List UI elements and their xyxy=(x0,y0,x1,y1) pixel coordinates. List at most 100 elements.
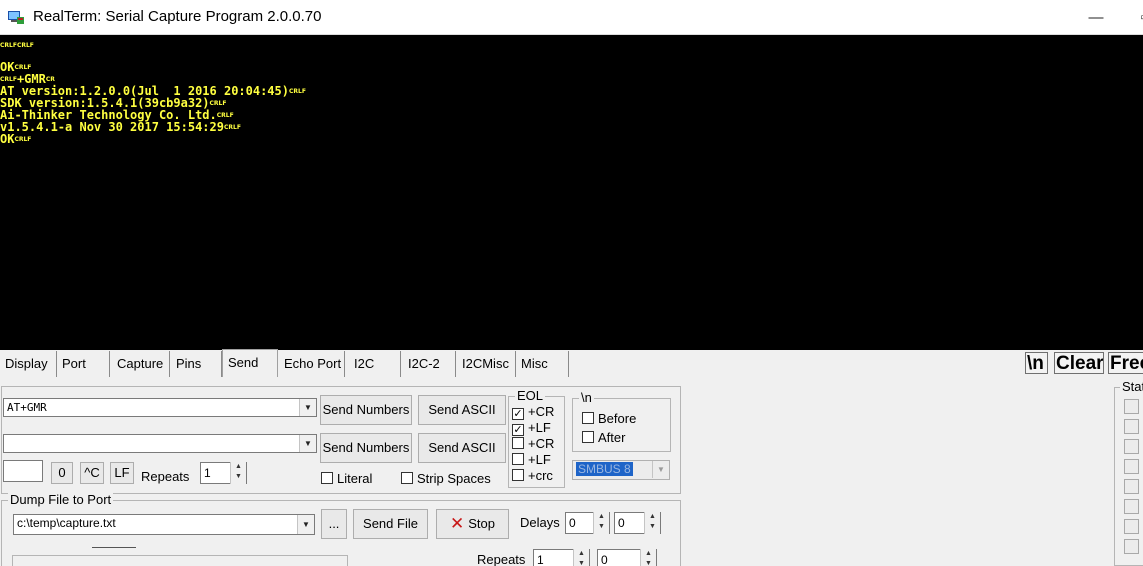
tab-i2c-2[interactable]: I2C-2 xyxy=(403,351,456,377)
send-line1-combo[interactable]: AT+GMR ▼ xyxy=(3,398,317,417)
control-char-marker: CRLF xyxy=(14,136,32,143)
tab-echo-port[interactable]: Echo Port xyxy=(279,351,345,377)
maximize-button[interactable]: ▫ xyxy=(1120,4,1143,32)
progress-divider xyxy=(92,547,136,548)
control-char-marker: CRLF xyxy=(209,100,227,107)
freeze-button[interactable]: Freeze xyxy=(1108,352,1143,374)
minimize-button[interactable]: — xyxy=(1073,4,1119,32)
browse-file-button[interactable]: ... xyxy=(321,509,347,539)
delays-label: Delays xyxy=(520,515,560,530)
checkbox-box[interactable] xyxy=(512,453,524,465)
terminal-line: CRLFCRLF xyxy=(0,39,34,51)
send-lf-button[interactable]: LF xyxy=(110,462,134,484)
checkbox-box[interactable] xyxy=(582,412,594,424)
send-numbers-button-2[interactable]: Send Numbers xyxy=(320,433,412,463)
chevron-down-icon[interactable]: ▼ xyxy=(299,435,316,452)
newline-group-title: \n xyxy=(579,390,594,405)
newline-before-checkbox[interactable]: Before xyxy=(582,411,636,427)
spin-down-icon[interactable]: ▼ xyxy=(574,559,589,566)
repeats-spin-buttons[interactable]: ▲ ▼ xyxy=(230,462,246,484)
checkbox-box[interactable]: ✓ xyxy=(512,408,524,420)
dump-file-path: c:\temp\capture.txt xyxy=(17,516,116,530)
dump-file-combo[interactable]: c:\temp\capture.txt ▼ xyxy=(13,514,315,535)
send-ctrl-c-button[interactable]: ^C xyxy=(80,462,104,484)
eol-lf-checkbox-2[interactable]: +LF xyxy=(512,452,551,468)
status-indicator xyxy=(1124,479,1139,494)
spin-down-icon[interactable]: ▼ xyxy=(645,522,660,532)
dump-repeats2-spinner[interactable]: 0 ▲ ▼ xyxy=(597,549,657,566)
clear-button[interactable]: Clear xyxy=(1054,352,1104,374)
window-title: RealTerm: Serial Capture Program 2.0.0.7… xyxy=(33,8,322,25)
delay2-spin-buttons[interactable]: ▲ ▼ xyxy=(644,512,660,534)
crc-type-value: SMBUS 8 xyxy=(576,462,633,476)
send-zero-button[interactable]: 0 xyxy=(51,462,73,484)
send-ascii-button-2[interactable]: Send ASCII xyxy=(418,433,506,463)
spin-up-icon[interactable]: ▲ xyxy=(641,549,656,559)
eol-cr-checkbox-2[interactable]: +CR xyxy=(512,436,554,452)
newline-mode-button[interactable]: \n xyxy=(1025,352,1048,374)
checkbox-box[interactable] xyxy=(321,472,333,484)
stop-button[interactable]: ✕ Stop xyxy=(436,509,509,539)
delay1-spin-buttons[interactable]: ▲ ▼ xyxy=(593,512,609,534)
send-ascii-button-1[interactable]: Send ASCII xyxy=(418,395,506,425)
status-group-title: Status xyxy=(1120,380,1143,394)
repeats-spinner[interactable]: 1 ▲ ▼ xyxy=(200,462,247,484)
checkbox-box[interactable] xyxy=(512,437,524,449)
status-indicator xyxy=(1124,399,1139,414)
spin-up-icon[interactable]: ▲ xyxy=(231,462,246,472)
repeats-value: 1 xyxy=(204,466,211,480)
control-char-marker: CR xyxy=(45,76,55,83)
chevron-down-icon[interactable]: ▼ xyxy=(652,461,669,478)
send-line2-combo[interactable]: ▼ xyxy=(3,434,317,453)
realterm-app-icon xyxy=(8,11,24,24)
control-char-marker: CRLF xyxy=(0,76,17,83)
tab-strip: Display Port Capture Pins Send Echo Port… xyxy=(0,349,1143,377)
checkbox-box[interactable] xyxy=(401,472,413,484)
newline-after-checkbox[interactable]: After xyxy=(582,430,625,446)
chevron-down-icon[interactable]: ▼ xyxy=(299,399,316,416)
dump-repeats1-spinner[interactable]: 1 ▲ ▼ xyxy=(533,549,590,566)
eol-lf-checkbox[interactable]: ✓ +LF xyxy=(512,420,551,436)
terminal-line: OKCRLF xyxy=(0,132,32,146)
checkbox-box[interactable] xyxy=(512,469,524,481)
control-char-marker: CRLFCRLF xyxy=(0,42,34,49)
spin-up-icon[interactable]: ▲ xyxy=(574,549,589,559)
delay1-spinner[interactable]: 0 ▲ ▼ xyxy=(565,512,610,534)
dump-repeats-label: Repeats xyxy=(477,552,526,566)
tab-pins[interactable]: Pins xyxy=(171,351,222,377)
spin-up-icon[interactable]: ▲ xyxy=(645,512,660,522)
dump-repeats1-spin-buttons[interactable]: ▲ ▼ xyxy=(573,549,589,566)
status-indicator xyxy=(1124,419,1139,434)
tab-misc[interactable]: Misc xyxy=(516,351,569,377)
spin-down-icon[interactable]: ▼ xyxy=(641,559,656,566)
spin-down-icon[interactable]: ▼ xyxy=(231,472,246,482)
stop-x-icon: ✕ xyxy=(450,514,465,533)
eol-crc-checkbox[interactable]: +crc xyxy=(512,468,553,484)
spin-down-icon[interactable]: ▼ xyxy=(594,522,609,532)
status-indicator xyxy=(1124,459,1139,474)
terminal-line: v1.5.4.1-a Nov 30 2017 15:54:29CRLF xyxy=(0,120,241,134)
eol-cr-checkbox[interactable]: ✓ +CR xyxy=(512,404,554,420)
control-char-marker: CRLF xyxy=(223,124,241,131)
literal-checkbox[interactable]: Literal xyxy=(321,471,372,487)
tab-send[interactable]: Send xyxy=(222,349,278,377)
checkbox-box[interactable] xyxy=(582,431,594,443)
chevron-down-icon[interactable]: ▼ xyxy=(297,515,314,534)
spin-up-icon[interactable]: ▲ xyxy=(594,512,609,522)
checkbox-box[interactable]: ✓ xyxy=(512,424,524,436)
send-numbers-button-1[interactable]: Send Numbers xyxy=(320,395,412,425)
tab-i2c[interactable]: I2C xyxy=(349,351,401,377)
dump-repeats2-spin-buttons[interactable]: ▲ ▼ xyxy=(640,549,656,566)
terminal-display[interactable]: CRLFCRLF OKCRLF CRLF+GMRCR AT version:1.… xyxy=(0,35,1143,350)
tab-capture[interactable]: Capture xyxy=(112,351,170,377)
delay2-spinner[interactable]: 0 ▲ ▼ xyxy=(614,512,661,534)
strip-spaces-checkbox[interactable]: Strip Spaces xyxy=(401,471,491,487)
crc-type-select[interactable]: SMBUS 8 ▼ xyxy=(572,460,670,480)
control-char-marker: CRLF xyxy=(216,112,234,119)
tab-display[interactable]: Display xyxy=(0,351,57,377)
tab-i2cmisc[interactable]: I2CMisc xyxy=(457,351,516,377)
tab-port[interactable]: Port xyxy=(57,351,110,377)
send-file-button[interactable]: Send File xyxy=(353,509,428,539)
send-char-input[interactable] xyxy=(3,460,43,482)
control-char-marker: CRLF xyxy=(14,64,32,71)
